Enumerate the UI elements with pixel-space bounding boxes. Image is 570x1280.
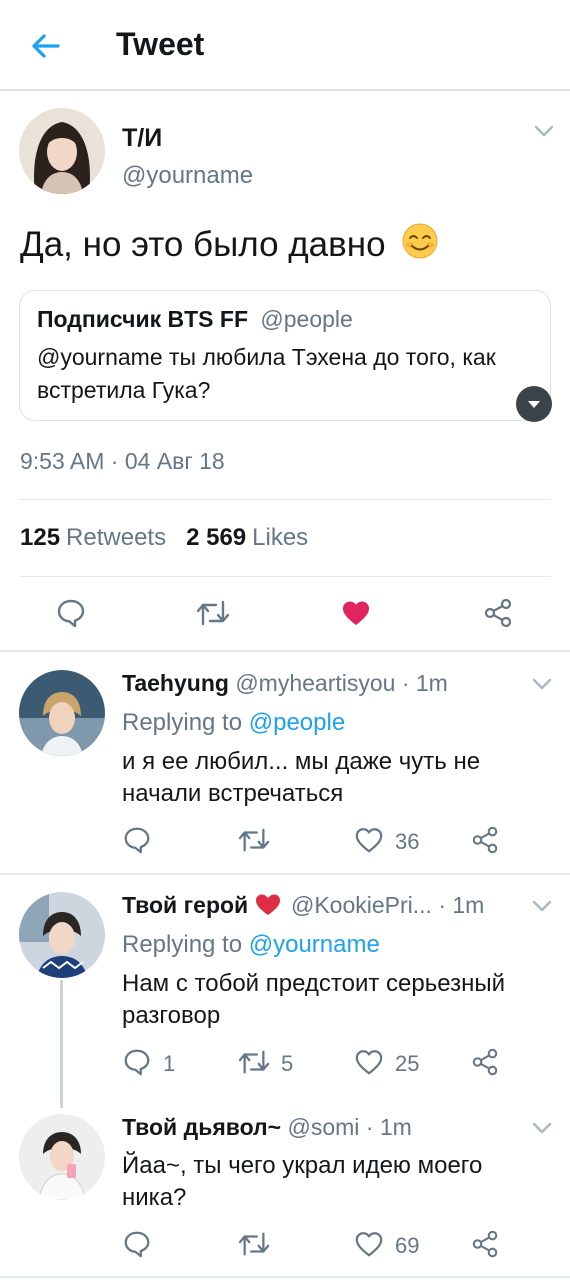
divider xyxy=(20,499,551,500)
caret-down-icon xyxy=(528,401,540,408)
tweet-timestamp: 9:53 AM · 04 Авг 18 xyxy=(20,448,225,474)
reply-icon[interactable] xyxy=(122,825,152,855)
quote-expand-button[interactable] xyxy=(516,386,552,422)
likes-count[interactable]: 2 569 xyxy=(186,524,246,551)
like-count: 69 xyxy=(395,1233,420,1258)
retweet-icon[interactable] xyxy=(237,825,271,855)
avatar[interactable] xyxy=(19,1114,105,1200)
heart-icon[interactable] xyxy=(340,597,372,629)
heart-icon[interactable] xyxy=(354,825,384,855)
tweet-stats: 125 Retweets 2 569 Likes xyxy=(20,524,328,552)
divider xyxy=(0,650,570,652)
reply-time: · 1m xyxy=(401,670,448,696)
retweets-label[interactable]: Retweets xyxy=(66,524,166,551)
retweet-count: 5 xyxy=(281,1051,294,1076)
reply-text: Нам с тобой предстоит серьезный разговор xyxy=(122,970,505,1029)
share-icon[interactable] xyxy=(482,597,514,629)
retweet-icon[interactable] xyxy=(237,1047,271,1077)
reply-author-name[interactable]: Taehyung xyxy=(122,670,229,696)
reply-author-handle[interactable]: @myheartisyou xyxy=(235,670,395,696)
retweet-icon[interactable] xyxy=(195,597,231,629)
reply-count: 1 xyxy=(163,1051,176,1076)
quoted-author-handle: @people xyxy=(260,306,353,332)
replying-to-label: Replying to xyxy=(122,931,243,958)
chevron-down-icon[interactable] xyxy=(532,899,552,913)
tweet-text-container: Да, но это было давно xyxy=(20,222,439,265)
like-count: 36 xyxy=(395,829,420,854)
reply-text: и я ее любил... мы даже чуть не начали в… xyxy=(122,748,481,807)
likes-label[interactable]: Likes xyxy=(252,524,308,551)
heart-icon[interactable] xyxy=(354,1229,384,1259)
reply-time: · 1m xyxy=(438,892,485,918)
replying-to-handle[interactable]: @people xyxy=(249,709,345,736)
top-bar: Tweet xyxy=(0,0,570,91)
reply-icon[interactable] xyxy=(55,597,87,629)
author-name[interactable]: Т/И xyxy=(122,124,162,153)
reply-text: Йаа~, ты чего украл идею моего ника? xyxy=(122,1152,483,1211)
back-arrow-icon[interactable] xyxy=(28,28,64,64)
replying-to-handle[interactable]: @yourname xyxy=(249,931,380,958)
page-title: Tweet xyxy=(116,26,205,62)
divider xyxy=(0,1276,570,1278)
share-icon[interactable] xyxy=(470,1229,500,1259)
tweet-text: Да, но это было давно xyxy=(20,225,386,264)
reply-icon[interactable] xyxy=(122,1047,152,1077)
avatar[interactable] xyxy=(19,670,105,756)
red-heart-emoji xyxy=(255,894,280,915)
reply-icon[interactable] xyxy=(122,1229,152,1259)
reply-author-name[interactable]: Твой герой xyxy=(122,892,248,918)
avatar[interactable] xyxy=(19,108,105,194)
divider xyxy=(0,873,570,875)
reply-time: · 1m xyxy=(365,1114,412,1140)
share-icon[interactable] xyxy=(470,825,500,855)
chevron-down-icon[interactable] xyxy=(534,124,554,138)
smiling-face-emoji xyxy=(402,223,438,259)
reply-header: Твой герой @KookiePri... · 1m xyxy=(122,892,484,919)
heart-icon[interactable] xyxy=(354,1047,384,1077)
replying-to: Replying to @people xyxy=(122,709,345,737)
reply-author-name[interactable]: Твой дьявол~ xyxy=(122,1114,281,1140)
chevron-down-icon[interactable] xyxy=(532,677,552,691)
quoted-tweet[interactable]: Подписчик BTS FF @people @yourname ты лю… xyxy=(19,290,551,421)
retweets-count[interactable]: 125 xyxy=(20,524,60,551)
quoted-tweet-text: @yourname ты любила Тэхена до того, как … xyxy=(37,344,496,403)
quoted-tweet-header: Подписчик BTS FF @people xyxy=(37,306,353,333)
thread-line xyxy=(60,980,63,1108)
divider xyxy=(20,576,551,577)
share-icon[interactable] xyxy=(470,1047,500,1077)
reply-header: Твой дьявол~ @somi · 1m xyxy=(122,1114,412,1141)
quoted-author-name: Подписчик BTS FF xyxy=(37,306,248,332)
avatar[interactable] xyxy=(19,892,105,978)
like-count: 25 xyxy=(395,1051,420,1076)
replying-to: Replying to @yourname xyxy=(122,931,380,959)
author-handle[interactable]: @yourname xyxy=(122,162,253,190)
chevron-down-icon[interactable] xyxy=(532,1121,552,1135)
reply-author-handle[interactable]: @KookiePri... xyxy=(291,892,432,918)
reply-author-handle[interactable]: @somi xyxy=(288,1114,360,1140)
reply-header: Taehyung @myheartisyou · 1m xyxy=(122,670,448,697)
retweet-icon[interactable] xyxy=(237,1229,271,1259)
replying-to-label: Replying to xyxy=(122,709,243,736)
